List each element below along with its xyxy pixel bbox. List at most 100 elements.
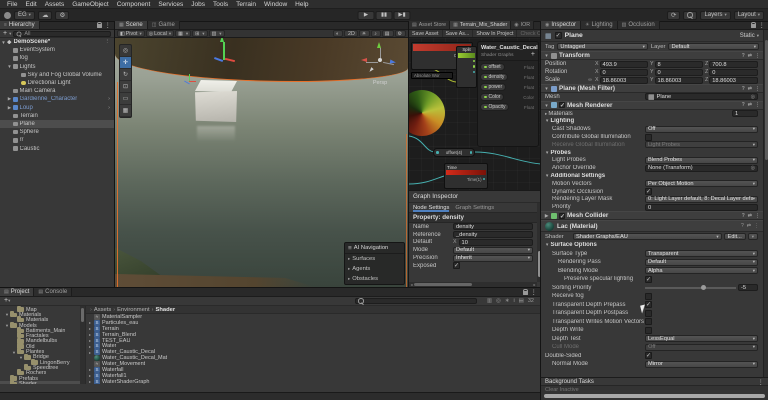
view-tool[interactable]: ◎ <box>120 45 131 57</box>
foldout-arrow[interactable]: ▼ <box>544 86 549 91</box>
menu-item[interactable]: Services <box>154 1 187 8</box>
checkbox[interactable] <box>645 327 652 334</box>
tab-ior[interactable]: ◉IOR <box>511 21 534 29</box>
inspector-row[interactable]: Light Probes Blend Probes▾ Blend Probes … <box>541 157 763 165</box>
panel-menu-icon[interactable]: ⋮ <box>105 21 112 29</box>
x-field[interactable]: X493.9 <box>595 61 648 68</box>
y-field[interactable]: Y18.86003 <box>650 77 703 84</box>
x-field[interactable]: X0 <box>595 69 648 76</box>
tab-lighting[interactable]: ☀Lighting <box>581 21 618 29</box>
inspector-row[interactable]: Anchor Override None (Transform)▾ None (… <box>541 164 763 172</box>
hierarchy-item[interactable]: ▶ Loup › <box>0 104 114 112</box>
dropdown[interactable]: 0: Light Layer default, 8: Decal Layer d… <box>645 196 758 203</box>
foldout-arrow[interactable]: ▶ <box>6 105 13 111</box>
help-icon[interactable]: ? <box>742 53 745 59</box>
checkbox[interactable] <box>645 318 652 325</box>
inspector-row[interactable]: Normal Mode Mirror▾ Mirror Mirror <box>541 360 763 369</box>
inspector-row[interactable]: Receive Global Illumination Light Probes… <box>541 141 763 149</box>
foldout-arrow[interactable]: ▸ <box>348 266 350 272</box>
text-field[interactable]: 0 <box>645 204 758 211</box>
rotate-tool[interactable]: ↻ <box>120 69 131 81</box>
space-toggle[interactable]: ◎Local▾ <box>146 30 174 37</box>
presets-icon[interactable]: ⇄ <box>748 86 752 92</box>
foldout-arrow[interactable]: ▸ <box>348 256 350 262</box>
gizmo-neg-cone[interactable] <box>368 67 374 73</box>
hierarchy-search-input[interactable]: All <box>13 31 111 37</box>
number-field[interactable]: 10 <box>459 239 533 246</box>
inspector-row[interactable]: Surface Options ▾ <box>541 241 763 250</box>
presets-icon[interactable]: ⇄ <box>748 53 752 59</box>
info-icon[interactable]: i <box>513 298 514 304</box>
blackboard-property[interactable]: Color Color <box>480 93 536 101</box>
tree-scrollbar[interactable] <box>80 306 85 384</box>
grid-snap-dropdown[interactable]: ⊞▾ <box>192 30 207 37</box>
panel-menu-icon[interactable]: ⋮ <box>531 288 538 296</box>
effects-dropdown[interactable]: ▤ <box>382 30 394 37</box>
slider-value-field[interactable]: -5 <box>738 284 758 291</box>
snap-increment-dropdown[interactable]: ▥▾ <box>209 30 225 37</box>
create-object-button[interactable]: + <box>3 30 7 38</box>
text-field[interactable]: _density <box>453 231 533 238</box>
menu-item[interactable]: Terrain <box>232 1 260 8</box>
split-node[interactable]: Split <box>456 46 477 88</box>
z-field[interactable]: Z0 <box>705 69 758 76</box>
help-icon[interactable]: ? <box>742 102 745 108</box>
shader-options-button[interactable]: ▾ <box>748 233 758 241</box>
favorites-icon[interactable]: ∗ <box>505 298 510 304</box>
checkbox[interactable] <box>645 301 652 308</box>
presets-icon[interactable]: ⇄ <box>748 213 752 219</box>
count-field[interactable]: 1 <box>732 110 758 117</box>
tag-dropdown[interactable]: Untagged▾ <box>557 43 648 50</box>
inspector-row[interactable]: Rendering Pass Default▾ Default Default <box>541 258 763 267</box>
inspector-row[interactable]: Rendering Layer Mask 0: Light Layer defa… <box>541 196 763 204</box>
menu-item[interactable]: Edit <box>21 1 40 8</box>
port-dot[interactable] <box>473 71 476 74</box>
inspector-row[interactable]: Dynamic Occlusion ▾ ◎ <box>541 188 763 196</box>
lock-icon[interactable] <box>97 24 102 28</box>
tab-asset-store[interactable]: ▤Asset Store <box>409 21 450 29</box>
menu-item[interactable]: Window <box>260 1 291 8</box>
graph-inspector-field[interactable]: Precision Inherit XInherit Inherit▾ <box>409 254 541 262</box>
blackboard-property[interactable]: offset Float <box>480 63 536 71</box>
output-port-dot[interactable] <box>483 178 486 181</box>
layout-dropdown[interactable]: Layout▾ <box>734 11 764 20</box>
z-field[interactable]: Z700.8 <box>705 61 758 68</box>
graph-inspector-field[interactable]: Mode Default XDefault Default▾ <box>409 246 541 254</box>
slider-thumb[interactable] <box>701 285 706 290</box>
pause-button[interactable]: ▮▮ <box>376 11 393 20</box>
inspector-row[interactable]: Transparent Writes Motion Vectors ▾ <box>541 318 763 327</box>
play-button[interactable]: ▶ <box>358 11 375 20</box>
port-dot[interactable] <box>473 65 476 68</box>
z-field[interactable]: Z18.86003 <box>705 77 758 84</box>
inspector-row[interactable]: Blending Mode Alpha▾ Alpha Alpha <box>541 267 763 276</box>
tab-node-settings[interactable]: Node Settings <box>413 203 449 212</box>
drag-handle-icon[interactable]: ≡ <box>348 245 352 252</box>
object-picker-icon[interactable]: ◎ <box>751 94 755 100</box>
output-port-dot[interactable] <box>470 151 473 154</box>
graph-inspector-field[interactable]: Exposed X ▾ <box>409 262 541 270</box>
presets-icon[interactable]: ⇄ <box>747 223 751 229</box>
inspector-row[interactable]: Sorting Priority -5▾ -5 -5 <box>541 284 763 293</box>
step-button[interactable]: ▶▮ <box>394 11 411 20</box>
inspector-row[interactable]: Surface Type Transparent▾ Transparent Tr… <box>541 250 763 259</box>
pivot-toggle[interactable]: ◧Pivot▾ <box>117 30 145 37</box>
graph-inspector-field[interactable]: Reference _density X_density _density▾ <box>409 231 541 239</box>
input-port-dot[interactable] <box>436 151 439 154</box>
foldout-arrow[interactable]: ▶ <box>6 96 13 102</box>
inspector-row[interactable]: Depth Write ▾ <box>541 326 763 335</box>
checkbox[interactable] <box>645 134 652 141</box>
menu-item[interactable]: File <box>3 1 21 8</box>
component-enabled-checkbox[interactable] <box>559 102 565 108</box>
gizmo-x-cone[interactable] <box>361 58 367 62</box>
hierarchy-item[interactable]: Sky and Fog Global Volume <box>0 71 114 79</box>
inspector-row[interactable]: Lighting ▾ ◎ <box>541 118 763 126</box>
space-dropdown[interactable]: Absolute Wor <box>411 72 453 79</box>
y-field[interactable]: Y0 <box>650 69 703 76</box>
prefab-open-chevron[interactable]: ⋮ <box>103 39 113 45</box>
scale-tool[interactable]: ⊡ <box>120 81 131 93</box>
offset-property-node[interactable]: offset(4) <box>433 148 475 157</box>
dropdown[interactable]: Mirror▾ <box>645 361 758 368</box>
ai-nav-item[interactable]: ▸Obstacles <box>345 274 404 284</box>
hierarchy-item[interactable]: Terrain <box>0 112 114 120</box>
undo-history-button[interactable]: ⟳ <box>667 11 680 20</box>
